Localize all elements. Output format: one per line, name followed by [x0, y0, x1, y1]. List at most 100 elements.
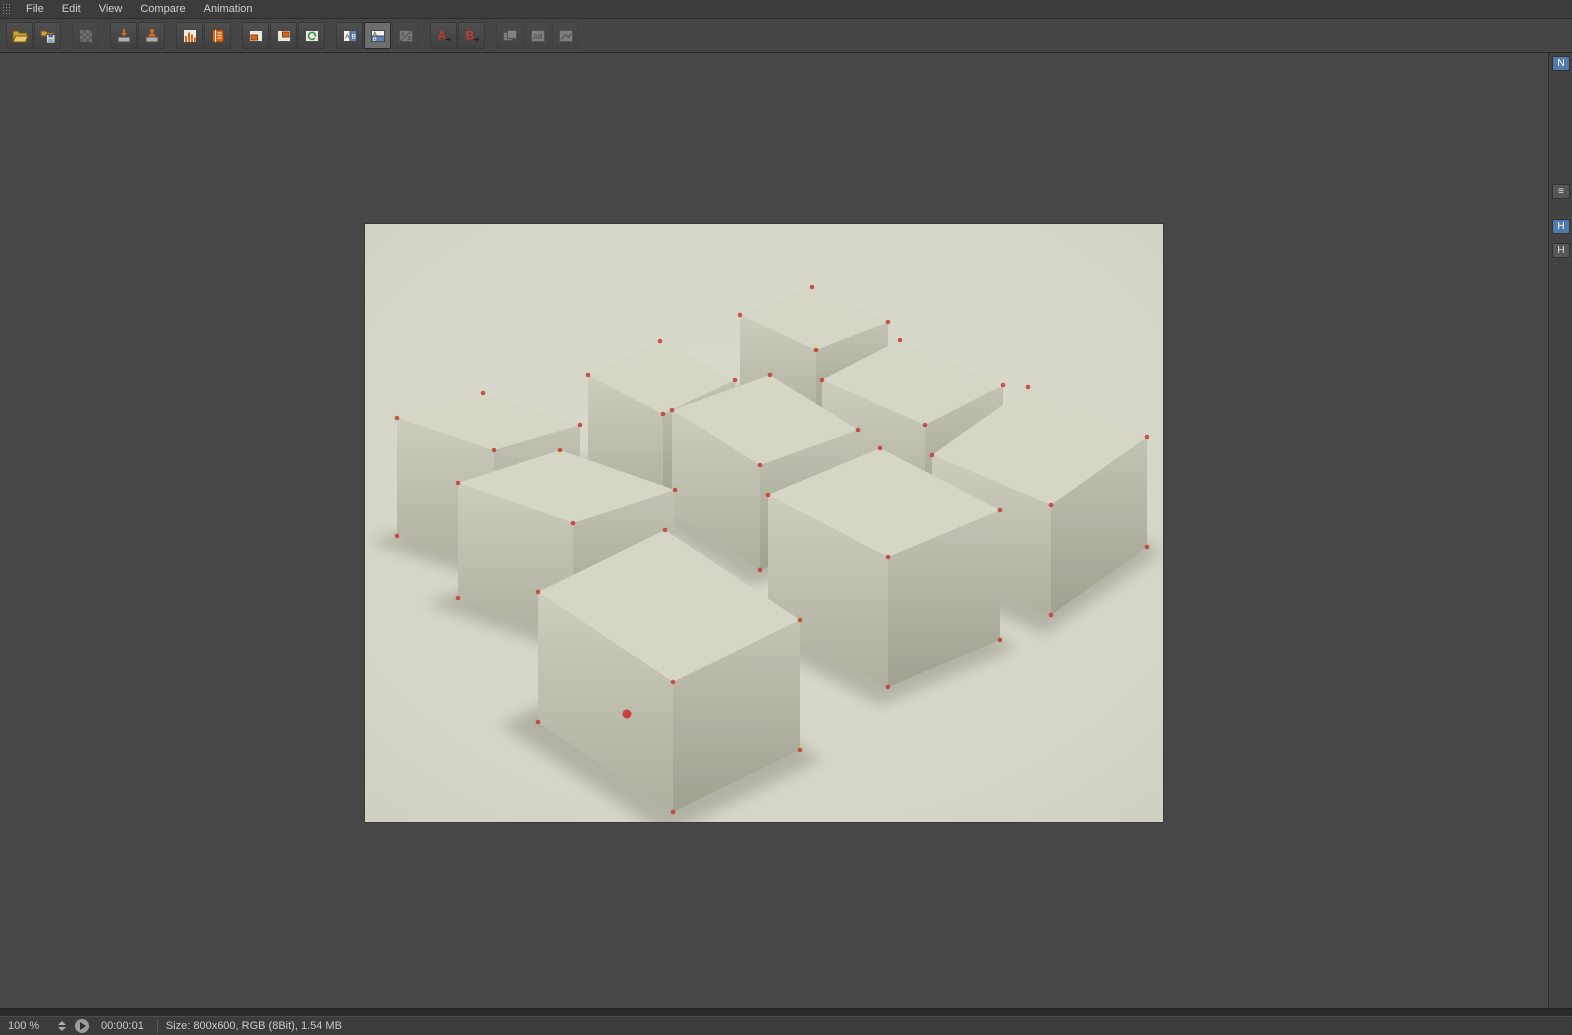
vertex-dot — [535, 719, 541, 725]
zoom-stepper[interactable] — [58, 1021, 66, 1031]
svg-text:B: B — [351, 33, 355, 40]
menu-compare[interactable]: Compare — [131, 1, 194, 17]
histogram-icon — [181, 27, 199, 45]
show-image-a-button[interactable] — [242, 22, 269, 49]
vertex-dot — [929, 452, 935, 458]
right-panel-tab-navigator[interactable]: N — [1552, 56, 1570, 71]
vertex-dot — [662, 527, 668, 533]
vertex-dot — [897, 337, 903, 343]
stepper-down-icon — [58, 1027, 66, 1031]
vertex-dot — [455, 480, 461, 486]
vertex-dot — [657, 338, 663, 344]
vertex-dot — [535, 589, 541, 595]
vertex-dot — [1000, 382, 1006, 388]
toolbar: A B A B A B A B AB — [0, 19, 1572, 53]
vertex-dot — [669, 407, 675, 413]
compare-mode-3-button[interactable] — [552, 22, 579, 49]
layer-book-button[interactable] — [204, 22, 231, 49]
toolbar-group: ABABAB — [336, 22, 420, 49]
show-image-b-button[interactable] — [270, 22, 297, 49]
svg-text:B: B — [373, 36, 377, 42]
memory-usage-button[interactable] — [138, 22, 165, 49]
vertex-dot — [797, 747, 803, 753]
status-bar: 100 % 00:00:01 Size: 800x600, RGB (8Bit)… — [0, 1016, 1572, 1035]
set-b-icon: B — [463, 27, 481, 45]
vertex-dot — [557, 447, 563, 453]
right-panel-tab-histogram[interactable]: H — [1552, 219, 1570, 234]
reload-region-button[interactable] — [298, 22, 325, 49]
vertex-dot — [1025, 384, 1031, 390]
compare-frames-icon — [501, 27, 519, 45]
open-image-button[interactable] — [6, 22, 33, 49]
ram-load-icon — [115, 27, 133, 45]
vertex-dot — [672, 487, 678, 493]
vertex-dot — [455, 595, 461, 601]
selected-vertex-dot — [622, 709, 632, 719]
ab-side-icon: AB — [341, 27, 359, 45]
frame-b-icon — [275, 27, 293, 45]
menu-edit[interactable]: Edit — [53, 1, 90, 17]
svg-text:A: A — [437, 28, 446, 42]
svg-text:B: B — [465, 28, 474, 42]
menu-view[interactable]: View — [90, 1, 132, 17]
vertex-dot — [813, 347, 819, 353]
compare-ab-stacked-button[interactable]: AB — [364, 22, 391, 49]
dithering-button[interactable] — [72, 22, 99, 49]
right-panel-handle[interactable]: ≡ — [1552, 184, 1570, 199]
vertex-dot — [855, 427, 861, 433]
compare-ab-side-button[interactable]: AB — [336, 22, 363, 49]
menu-animation[interactable]: Animation — [195, 1, 262, 17]
frame-a-icon — [247, 27, 265, 45]
toolbar-group — [176, 22, 232, 49]
right-panel-tab-history[interactable]: H — [1552, 243, 1570, 258]
zoom-level: 100 % — [8, 1020, 40, 1032]
play-icon — [80, 1022, 86, 1030]
image-info: Size: 800x600, RGB (8Bit), 1.54 MB — [165, 1020, 342, 1032]
toolbar-group: AB — [430, 22, 486, 49]
toolbar-group: AB — [496, 22, 580, 49]
vertex-dot — [885, 554, 891, 560]
vertex-dot — [1048, 612, 1054, 618]
viewer-canvas[interactable] — [0, 53, 1548, 1008]
vertex-dot — [394, 533, 400, 539]
vertex-dot — [997, 637, 1003, 643]
set-a-icon: A — [435, 27, 453, 45]
vertex-dot — [670, 809, 676, 815]
save-icon — [39, 27, 57, 45]
set-as-image-b-button[interactable]: B — [458, 22, 485, 49]
toolbar-group — [242, 22, 326, 49]
vertex-dot — [767, 372, 773, 378]
compare-ab-icon: AB — [529, 27, 547, 45]
vertex-dot — [660, 411, 666, 417]
load-image-to-ram-button[interactable] — [110, 22, 137, 49]
vertex-dot — [1144, 434, 1150, 440]
svg-text:A: A — [401, 32, 405, 38]
play-button[interactable] — [75, 1019, 89, 1033]
playback-time: 00:00:01 — [101, 1020, 144, 1032]
save-image-button[interactable] — [34, 22, 61, 49]
vertex-dot — [809, 284, 815, 290]
vertex-dot — [797, 617, 803, 623]
layer-book-icon — [209, 27, 227, 45]
window-grip-icon — [2, 2, 11, 16]
svg-text:B: B — [407, 36, 411, 42]
svg-text:AB: AB — [533, 34, 543, 41]
vertex-dot — [577, 422, 583, 428]
vertex-dot — [877, 445, 883, 451]
folder-open-icon — [11, 27, 29, 45]
rendered-image[interactable] — [364, 223, 1164, 823]
status-divider — [0, 1008, 1572, 1016]
histogram-button[interactable] — [176, 22, 203, 49]
compare-curve-icon — [557, 27, 575, 45]
toolbar-group — [72, 22, 100, 49]
viewer-main-area: N ≡ H H — [0, 53, 1572, 1008]
vertex-dot — [670, 679, 676, 685]
menu-file[interactable]: File — [17, 1, 53, 17]
toolbar-group — [6, 22, 62, 49]
set-as-image-a-button[interactable]: A — [430, 22, 457, 49]
vertex-dot — [757, 567, 763, 573]
vertex-dot — [922, 422, 928, 428]
compare-mode-2-button[interactable]: AB — [524, 22, 551, 49]
compare-ab-wedge-button[interactable]: AB — [392, 22, 419, 49]
compare-mode-1-button[interactable] — [496, 22, 523, 49]
